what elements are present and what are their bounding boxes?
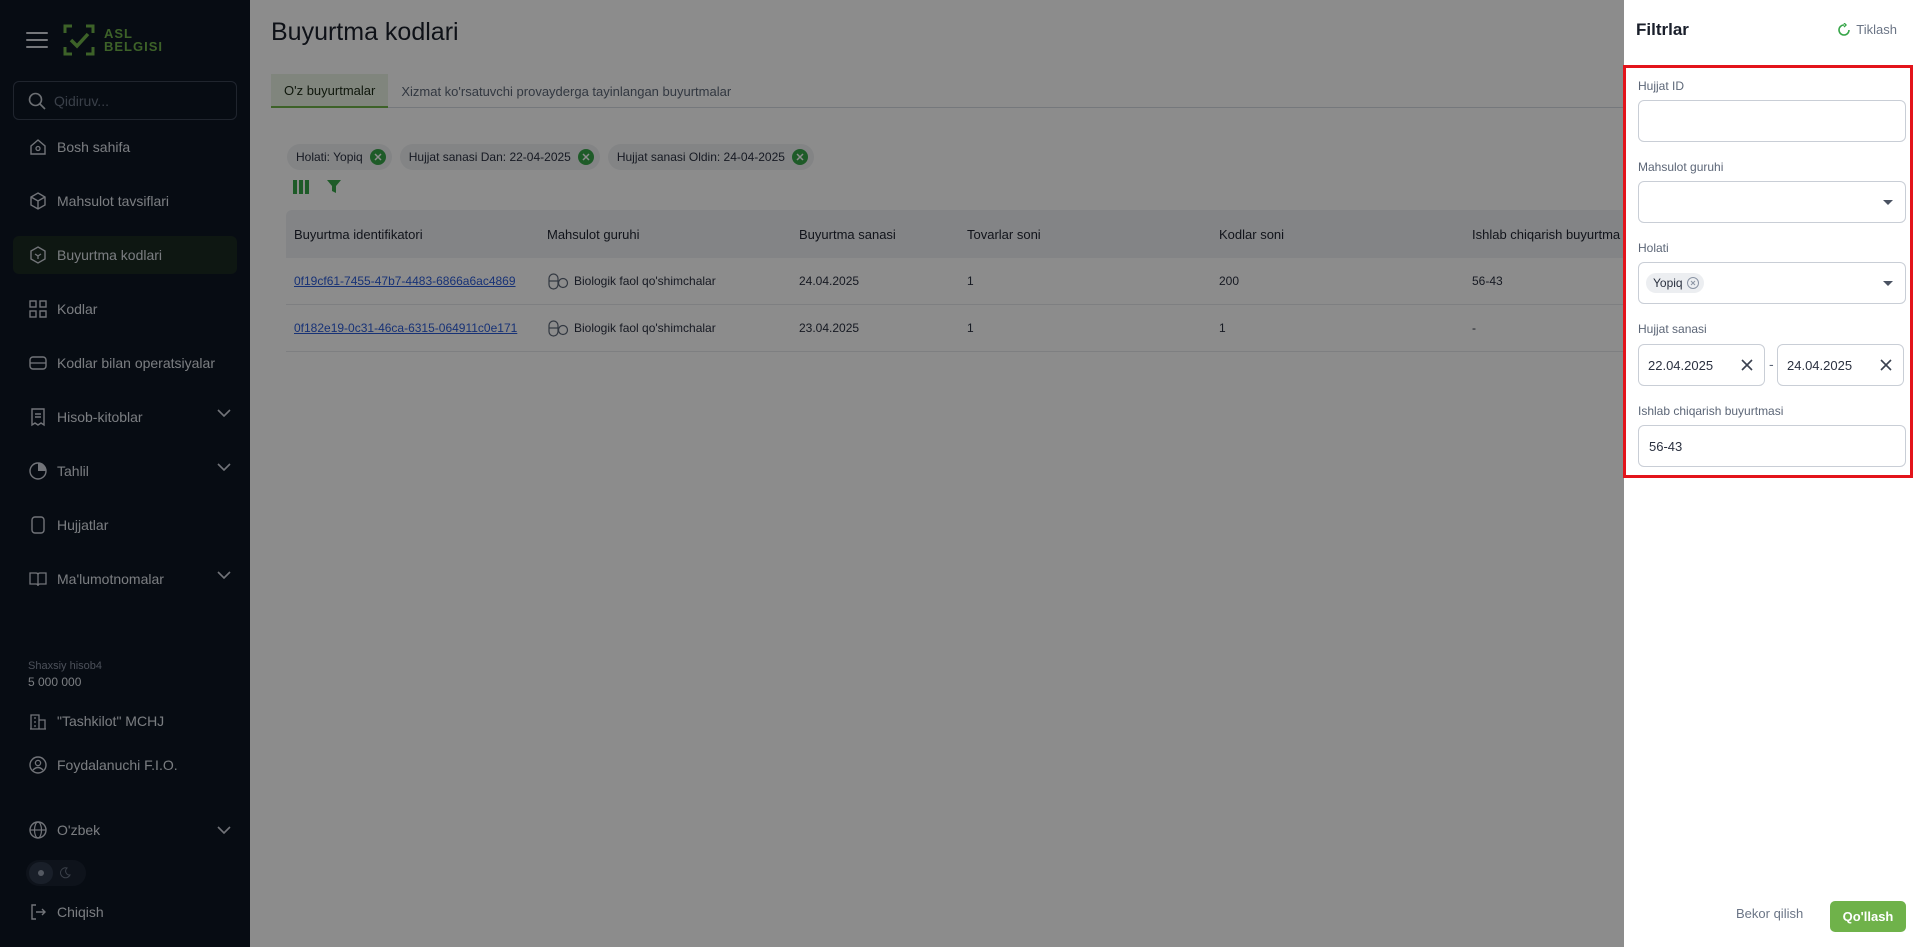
date-to-input[interactable]: 24.04.2025 <box>1777 344 1904 386</box>
doc-id-input[interactable] <box>1638 100 1906 142</box>
product-group-select[interactable] <box>1638 181 1906 223</box>
clear-icon[interactable] <box>1740 358 1754 372</box>
caret-down-icon <box>1883 281 1893 286</box>
production-order-label: Ishlab chiqarish buyurtmasi <box>1638 404 1784 418</box>
reset-label: Tiklash <box>1856 22 1897 37</box>
clear-icon[interactable] <box>1879 358 1893 372</box>
status-select[interactable]: Yopiq <box>1638 262 1906 304</box>
close-icon[interactable] <box>1686 277 1699 289</box>
filter-panel-title: Filtrlar <box>1636 20 1689 39</box>
doc-date-label: Hujjat sanasi <box>1638 322 1707 336</box>
status-label: Holati <box>1638 241 1669 255</box>
status-tag-label: Yopiq <box>1653 276 1683 290</box>
doc-id-label: Hujjat ID <box>1638 79 1685 93</box>
date-from-input[interactable]: 22.04.2025 <box>1638 344 1765 386</box>
production-order-input[interactable]: 56-43 <box>1638 425 1906 467</box>
date-separator: - <box>1769 356 1774 372</box>
date-from-value: 22.04.2025 <box>1648 357 1714 373</box>
caret-down-icon <box>1883 200 1893 205</box>
apply-button[interactable]: Qo'llash <box>1830 901 1906 932</box>
date-to-value: 24.04.2025 <box>1787 357 1853 373</box>
production-order-value: 56-43 <box>1649 438 1683 454</box>
cancel-button[interactable]: Bekor qilish <box>1736 906 1803 921</box>
status-tag: Yopiq <box>1646 273 1704 293</box>
refresh-icon <box>1838 22 1851 36</box>
reset-button[interactable]: Tiklash <box>1837 22 1897 37</box>
product-group-label: Mahsulot guruhi <box>1638 160 1724 174</box>
